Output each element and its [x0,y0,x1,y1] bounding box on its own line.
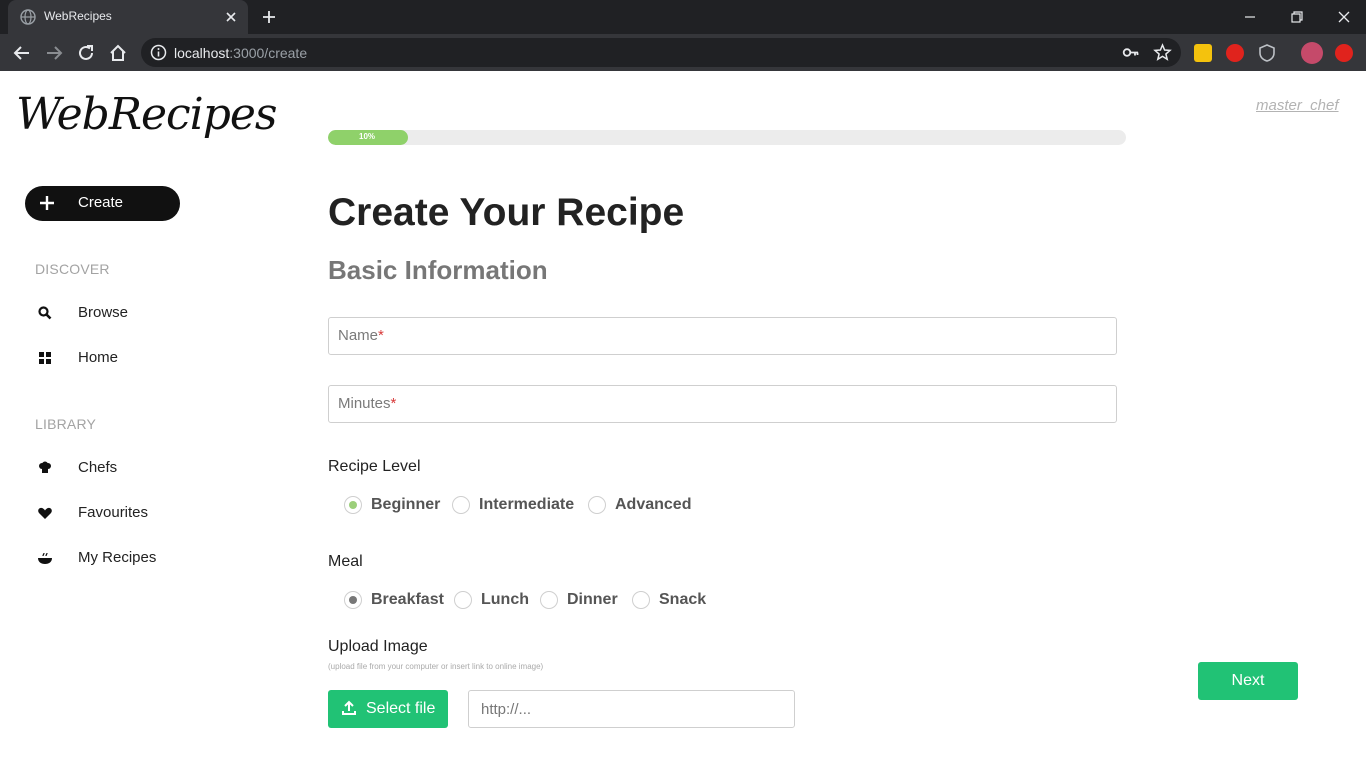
sidebar-item-label: Home [78,349,119,366]
radio-label: Breakfast [371,591,444,608]
upload-image-label: Upload Image [328,638,428,655]
select-file-label: Select file [366,700,436,717]
radio-label: Advanced [615,496,692,513]
radio-circle[interactable] [344,591,362,609]
extension-notes-icon[interactable] [1194,44,1212,62]
minutes-field[interactable]: Minutes* [328,385,1117,423]
sidebar-item-browse[interactable]: Browse [37,302,237,324]
page-title: Create Your Recipe [328,191,685,234]
meal-label: Meal [328,553,363,570]
new-tab-icon[interactable] [260,8,278,26]
app-logo[interactable]: WebRecipes [16,89,278,140]
heart-icon [38,507,52,519]
radio-label: Snack [659,591,707,608]
grid-icon [39,352,51,364]
upload-icon [342,700,356,715]
update-icon[interactable] [1335,44,1353,62]
sidebar-item-chefs[interactable]: Chefs [37,457,237,479]
chef-hat-icon [39,461,51,473]
sidebar-item-label: Favourites [78,504,149,521]
url-host: localhost [174,45,230,61]
image-url-placeholder: http://... [481,701,532,718]
image-url-field[interactable]: http://... [468,690,795,728]
reload-icon[interactable] [75,42,97,64]
radio-label: Lunch [481,591,529,608]
minimize-window-icon[interactable] [1239,6,1261,28]
recipe-level-label: Recipe Level [328,458,421,475]
sidebar-item-favourites[interactable]: Favourites [37,502,237,524]
key-icon[interactable] [1121,43,1140,62]
radio-label: Dinner [567,591,618,608]
user-profile-link[interactable]: master_chef [1256,97,1339,114]
home-icon[interactable] [107,42,129,64]
radio-circle[interactable] [452,496,470,514]
section-title: Basic Information [328,255,548,285]
next-label: Next [1231,672,1265,689]
browser-tab-strip: WebRecipes [0,0,1366,34]
create-button[interactable]: Create [25,186,180,221]
close-window-icon[interactable] [1333,6,1355,28]
browser-toolbar: localhost:3000/create [0,34,1366,71]
radio-circle[interactable] [588,496,606,514]
radio-circle[interactable] [632,591,650,609]
extension-adblock-icon[interactable] [1226,44,1244,62]
close-tab-icon[interactable] [222,8,240,26]
globe-icon [20,9,36,25]
select-file-button[interactable]: Select file [328,690,448,728]
progress-bar: 10% [328,130,1126,145]
radio-circle[interactable] [344,496,362,514]
extension-shield-icon[interactable] [1258,44,1276,62]
library-heading: LIBRARY [35,416,97,432]
url-text: localhost:3000/create [174,45,307,61]
forward-icon[interactable] [43,42,65,64]
sidebar-item-label: My Recipes [78,549,157,566]
search-icon [38,306,52,320]
restore-window-icon[interactable] [1286,6,1308,28]
radio-dot [349,501,357,509]
page: WebRecipes master_chef Create DISCOVER B… [0,71,1366,768]
radio-label: Beginner [371,496,441,513]
radio-label: Intermediate [479,496,575,513]
back-icon[interactable] [11,42,33,64]
create-label: Create [78,194,124,211]
upload-note: (upload file from your computer or inser… [328,662,544,671]
discover-heading: DISCOVER [35,261,110,277]
progress-label: 10% [359,132,376,141]
info-icon[interactable] [149,43,168,62]
sidebar-item-label: Chefs [78,459,118,476]
radio-circle[interactable] [540,591,558,609]
radio-circle[interactable] [454,591,472,609]
address-bar[interactable]: localhost:3000/create [141,38,1181,67]
sidebar-item-my-recipes[interactable]: My Recipes [37,547,237,569]
plus-icon [40,196,54,210]
name-input[interactable] [329,318,1116,354]
url-path: :3000/create [229,45,308,61]
browser-tab[interactable]: WebRecipes [8,0,248,34]
name-field[interactable]: Name* [328,317,1117,355]
tab-title: WebRecipes [44,9,112,23]
bowl-icon [38,552,52,564]
next-button[interactable]: Next [1198,662,1298,700]
bookmark-star-icon[interactable] [1153,43,1172,62]
sidebar-item-label: Browse [78,304,129,321]
minutes-input[interactable] [329,386,1116,422]
profile-avatar[interactable] [1301,42,1323,64]
radio-dot [349,596,357,604]
sidebar-item-home[interactable]: Home [37,347,237,369]
